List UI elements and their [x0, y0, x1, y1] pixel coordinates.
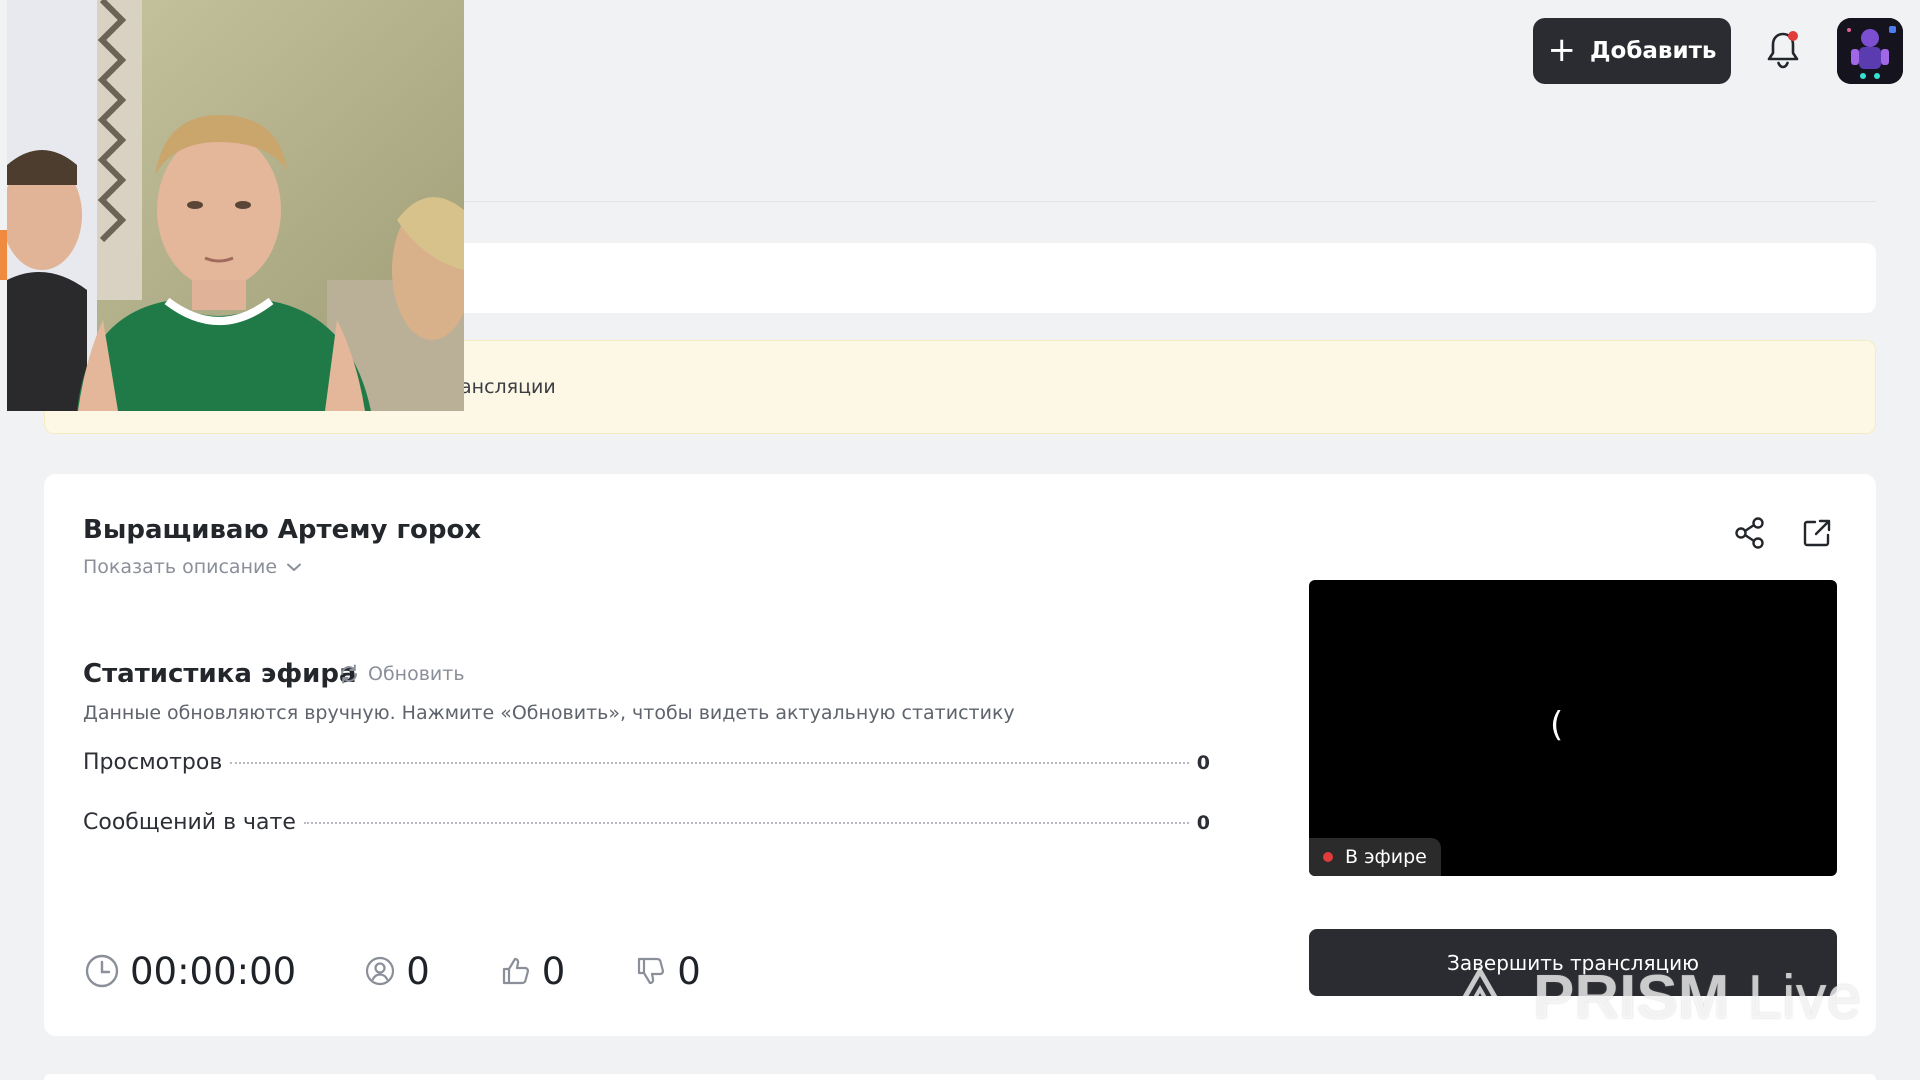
notification-dot-icon — [1788, 31, 1798, 41]
dotted-leader — [303, 822, 1189, 824]
user-icon — [366, 956, 395, 986]
plus-icon: + — [1547, 29, 1577, 70]
bell-icon[interactable] — [1763, 28, 1803, 72]
chevron-down-icon — [287, 563, 302, 571]
clock-icon — [85, 954, 119, 988]
show-description-label: Показать описание — [83, 556, 278, 578]
counters-row: 00:00:00 0 0 0 — [84, 946, 701, 996]
notice-text: ансляции — [460, 376, 556, 398]
dotted-leader — [230, 762, 1189, 764]
likes-value: 0 — [541, 949, 566, 993]
stream-preview[interactable] — [1309, 580, 1837, 876]
external-link-icon[interactable] — [1801, 517, 1833, 549]
thumbs-up-icon — [502, 957, 529, 985]
duration-value: 00:00:00 — [130, 949, 297, 993]
live-label: В эфире — [1345, 846, 1427, 868]
stats-note: Данные обновляются вручную. Нажмите «Обн… — [83, 702, 1015, 724]
stat-label: Сообщений в чате — [83, 810, 296, 835]
watermark-suffix: Live — [1747, 963, 1862, 1032]
prism-live-watermark: PRISM Live — [1445, 962, 1861, 1033]
dislikes-value: 0 — [677, 949, 701, 993]
loading-spinner-icon: ( — [1550, 705, 1564, 745]
show-description-toggle[interactable]: Показать описание — [83, 556, 302, 578]
stat-row-chat-messages: Сообщений в чате 0 — [83, 810, 1210, 840]
stream-title: Выращиваю Артему горох — [83, 515, 482, 545]
live-dot-icon — [1323, 852, 1333, 862]
avatar-image-icon — [1837, 18, 1903, 84]
webcam-feed-icon — [7, 0, 464, 411]
refresh-icon — [341, 664, 357, 684]
likes-counter: 0 — [500, 949, 566, 993]
stat-row-views: Просмотров 0 — [83, 750, 1210, 780]
stat-value: 0 — [1196, 812, 1210, 834]
refresh-label: Обновить — [368, 663, 465, 685]
refresh-button[interactable]: Обновить — [338, 663, 465, 685]
thumbs-down-icon — [638, 957, 665, 985]
live-badge: В эфире — [1309, 838, 1441, 876]
stats-title: Статистика эфира — [83, 659, 357, 689]
watermark-brand: PRISM — [1533, 963, 1730, 1032]
webcam-overlay — [7, 0, 464, 411]
share-icon[interactable] — [1733, 516, 1767, 550]
add-button-label: Добавить — [1590, 38, 1717, 64]
duration-counter: 00:00:00 — [84, 950, 296, 993]
next-card-edge — [44, 1074, 1876, 1080]
header-divider — [460, 201, 1876, 202]
add-button[interactable]: + Добавить — [1533, 18, 1731, 84]
avatar[interactable] — [1837, 18, 1903, 84]
stat-value: 0 — [1196, 752, 1210, 774]
stat-label: Просмотров — [83, 750, 223, 775]
prism-logo-icon — [1445, 966, 1515, 1027]
viewers-value: 0 — [406, 949, 430, 993]
webcam-edge-accent — [0, 230, 7, 280]
viewers-counter: 0 — [364, 950, 430, 993]
dislikes-counter: 0 — [635, 950, 701, 993]
